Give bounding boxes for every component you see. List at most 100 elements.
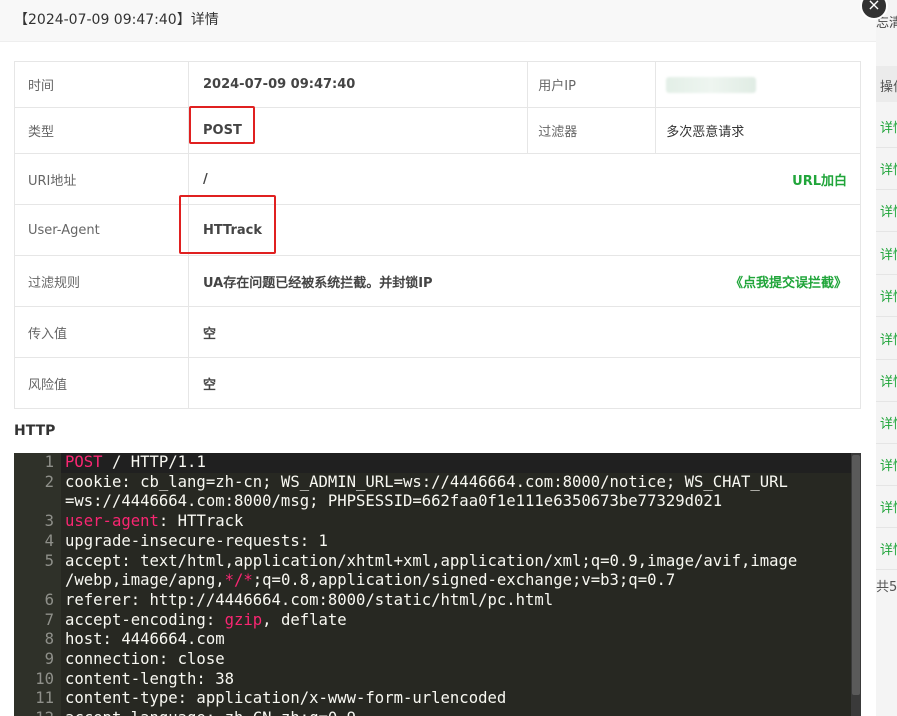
ua-value: HTTrack <box>188 204 861 256</box>
table-row: User-Agent HTTrack <box>14 204 861 256</box>
type-label: 类型 <box>14 107 189 154</box>
code-text: cookie: cb_lang=zh-cn; WS_ADMIN_URL=ws:/… <box>65 472 788 491</box>
http-code-editor[interactable]: 1 POST / HTTP/1.1 2 cookie: cb_lang=zh-cn; … <box>14 453 861 716</box>
background-detail-link[interactable]: 详情 <box>880 201 897 220</box>
line-text: referer: http://4446664.com:8000/static/… <box>61 591 553 611</box>
line-text: content-type: application/x-www-form-url… <box>61 689 506 709</box>
background-detail-link[interactable]: 详情 <box>880 329 897 348</box>
risk-label: 风险值 <box>14 357 189 409</box>
background-detail-link[interactable]: 详情 <box>880 244 897 263</box>
background-header: 操作 <box>876 66 897 102</box>
rule-value: UA存在问题已经被系统拦截。并封锁IP <box>203 275 433 291</box>
code-text: accept-language: zh-CN,zh;q=0.9 <box>65 709 356 716</box>
line-number: 1 <box>44 453 54 471</box>
code-keyword: user-agent <box>65 512 159 531</box>
line-text: content-length: 38 <box>61 670 234 690</box>
rule-label: 过滤规则 <box>14 255 189 307</box>
table-row: 风险值 空 <box>14 357 861 409</box>
line-text: connection: close <box>61 650 225 670</box>
background-detail-link[interactable]: 详情 <box>880 117 897 136</box>
line-number: 3 <box>44 512 54 531</box>
code-text: /webp,image/apng, <box>65 571 225 590</box>
filter-value: 多次恶意请求 <box>655 107 861 154</box>
line-number: 4 <box>44 531 54 550</box>
background-detail-link[interactable]: 详情 <box>880 497 897 516</box>
line-text: POST / HTTP/1.1 <box>61 453 206 473</box>
background-row-divider <box>876 274 897 275</box>
background-row-divider <box>876 316 897 317</box>
line-number: 11 <box>35 689 54 708</box>
code-line: 12 accept-language: zh-CN,zh;q=0.9 <box>14 709 861 716</box>
code-line: 4 upgrade-insecure-requests: 1 <box>14 532 861 552</box>
ip-label: 用户IP <box>527 61 657 108</box>
background-row-divider <box>876 231 897 232</box>
code-text: accept: text/html,application/xhtml+xml,… <box>65 551 798 570</box>
background-detail-link[interactable]: 详情 <box>880 413 897 432</box>
code-text: accept-encoding: <box>65 610 225 629</box>
table-row: 时间 2024-07-09 09:47:40 用户IP <box>14 61 861 108</box>
line-text: user-agent: HTTrack <box>61 512 243 532</box>
table-row: URI地址 / URL加白 <box>14 153 861 205</box>
table-row: 过滤规则 UA存在问题已经被系统拦截。并封锁IP 《点我提交误拦截》 <box>14 255 861 307</box>
code-line: 10 content-length: 38 <box>14 670 861 690</box>
code-line: 1 POST / HTTP/1.1 <box>14 453 861 473</box>
code-line-wrap: /webp,image/apng,*/*;q=0.8,application/s… <box>14 571 861 591</box>
code-line: 9 connection: close <box>14 650 861 670</box>
uri-value: / <box>203 171 208 187</box>
line-number: 5 <box>44 551 54 570</box>
filter-label: 过滤器 <box>527 107 657 154</box>
background-detail-link[interactable]: 详情 <box>880 539 897 558</box>
url-whitelist-link[interactable]: URL加白 <box>792 170 847 189</box>
risk-value: 空 <box>188 357 861 409</box>
table-row: 类型 POST 过滤器 多次恶意请求 <box>14 107 861 154</box>
code-line: 5 accept: text/html,application/xhtml+xml… <box>14 552 861 572</box>
input-label: 传入值 <box>14 306 189 358</box>
code-text: ;q=0.8,application/signed-exchange;v=b3;… <box>252 571 676 590</box>
report-false-positive-link[interactable]: 《点我提交误拦截》 <box>730 272 847 291</box>
background-detail-link[interactable]: 详情 <box>880 455 897 474</box>
line-number: 2 <box>44 472 54 491</box>
input-value: 空 <box>188 306 861 358</box>
code-line: 2 cookie: cb_lang=zh-cn; WS_ADMIN_URL=ws:… <box>14 473 861 493</box>
line-number: 9 <box>44 650 54 669</box>
code-keyword: */* <box>224 571 253 590</box>
line-text: accept-encoding: gzip, deflate <box>61 611 347 631</box>
background-row-divider <box>876 485 897 486</box>
highlight-box-type <box>189 106 255 144</box>
code-line-wrap: =ws://4446664.com:8000/msg; PHPSESSID=66… <box>65 492 723 511</box>
code-line: 6 referer: http://4446664.com:8000/static… <box>14 591 861 611</box>
code-text: upgrade-insecure-requests: 1 <box>65 531 328 550</box>
background-row-divider <box>876 527 897 528</box>
line-number: 6 <box>44 590 54 609</box>
table-row: 传入值 空 <box>14 306 861 358</box>
background-detail-link[interactable]: 详情 <box>880 159 897 178</box>
highlight-box-user-agent <box>179 195 276 254</box>
line-text: accept: text/html,application/xhtml+xml,… <box>61 552 797 572</box>
code-text: host: 4446664.com <box>65 630 225 649</box>
code-keyword: gzip <box>224 610 263 629</box>
time-label: 时间 <box>14 61 189 108</box>
background-row-divider <box>876 189 897 190</box>
modal-title: 【2024-07-09 09:47:40】详情 <box>0 0 876 42</box>
line-text: upgrade-insecure-requests: 1 <box>61 532 328 552</box>
line-number: 10 <box>35 669 54 688</box>
http-section-title: HTTP <box>14 423 56 439</box>
code-text: connection: close <box>65 650 225 669</box>
background-row-divider <box>876 147 897 148</box>
background-row-divider <box>876 569 897 570</box>
ua-label: User-Agent <box>14 204 189 256</box>
line-number: 8 <box>44 630 54 649</box>
uri-label: URI地址 <box>14 153 189 205</box>
code-text: content-type: application/x-www-form-url… <box>65 689 507 708</box>
code-line: 3 user-agent: HTTrack <box>14 512 861 532</box>
code-text: referer: http://4446664.com:8000/static/… <box>65 590 554 609</box>
background-detail-link[interactable]: 详情 <box>880 371 897 390</box>
background-row-divider <box>876 401 897 402</box>
background-table: 忘清 操作 详情详情详情详情详情详情详情详情详情详情详情 共5 <box>876 0 897 716</box>
vertical-scrollbar[interactable] <box>851 453 861 716</box>
code-line: 8 host: 4446664.com <box>14 630 861 650</box>
time-value: 2024-07-09 09:47:40 <box>187 61 529 108</box>
scrollbar-thumb[interactable] <box>852 455 860 695</box>
background-detail-link[interactable]: 详情 <box>880 286 897 305</box>
code-text: : HTTrack <box>158 512 244 531</box>
